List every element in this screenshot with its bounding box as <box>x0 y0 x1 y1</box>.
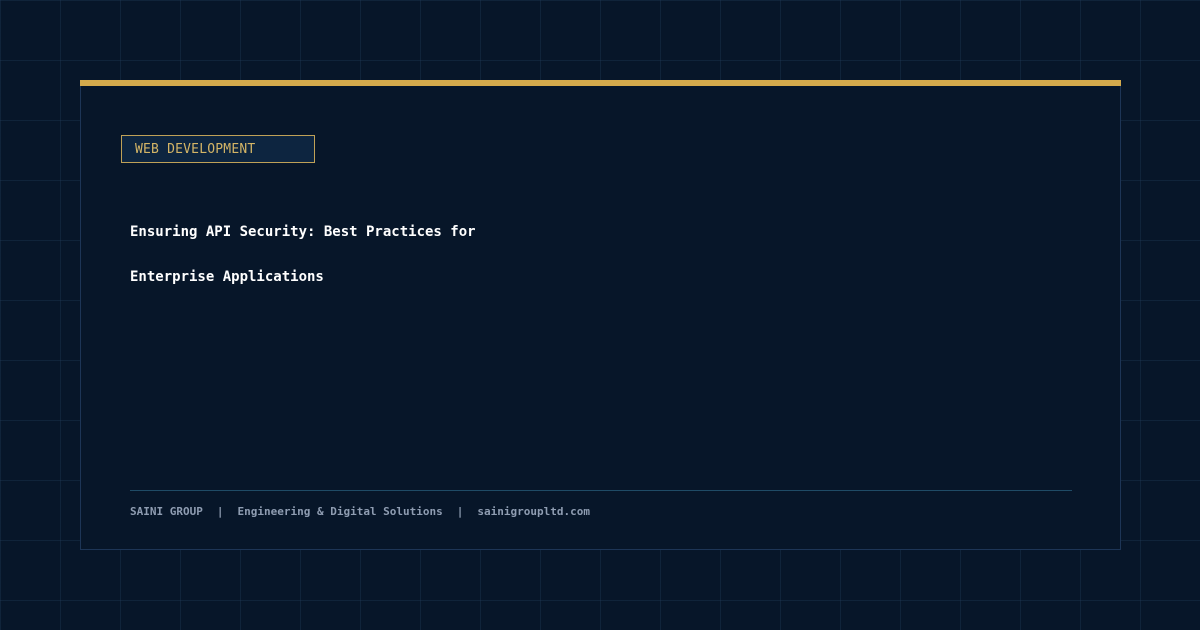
article-title: Ensuring API Security: Best Practices fo… <box>130 210 830 300</box>
category-tag: WEB DEVELOPMENT <box>121 135 315 163</box>
title-line-1: Ensuring API Security: Best Practices fo… <box>130 224 476 240</box>
footer-tagline: Engineering & Digital Solutions <box>237 505 443 518</box>
article-card: WEB DEVELOPMENT Ensuring API Security: B… <box>80 80 1121 550</box>
footer: SAINI GROUP | Engineering & Digital Soluti… <box>130 504 590 520</box>
accent-bar <box>80 80 1121 86</box>
title-line-2: Enterprise Applications <box>130 269 324 285</box>
footer-company: SAINI GROUP <box>130 505 203 518</box>
footer-website: sainigroupltd.com <box>477 505 591 518</box>
footer-separator: | <box>216 505 224 518</box>
footer-separator: | <box>456 505 464 518</box>
footer-divider <box>130 490 1072 491</box>
